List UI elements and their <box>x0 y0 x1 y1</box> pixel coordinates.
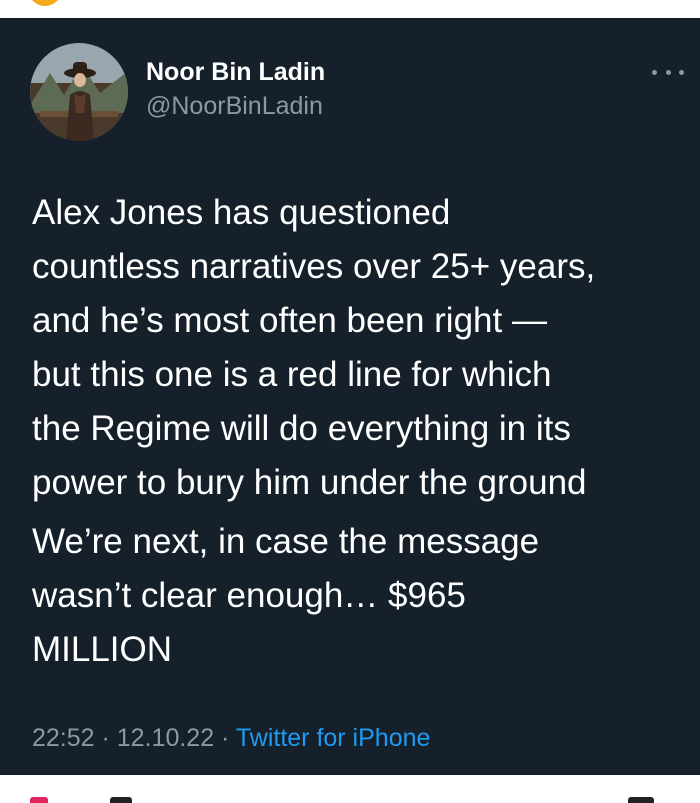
partial-reply-icon <box>110 797 132 803</box>
avatar[interactable] <box>30 43 128 141</box>
tweet-source-link[interactable]: Twitter for iPhone <box>236 724 431 752</box>
tweet-text-line: MILLION <box>32 630 173 669</box>
tweet-text-line: the Regime will do everything in its <box>32 409 571 448</box>
tweet-time[interactable]: 22:52 <box>32 724 95 752</box>
tweet-text-line: but this one is a red line for which <box>32 355 552 394</box>
tweet-text-paragraph-1: Alex Jones has questioned countless narr… <box>32 186 682 510</box>
tweet-text-paragraph-2: We’re next, in case the message wasn’t c… <box>32 515 682 677</box>
bottom-strip <box>0 775 700 803</box>
more-dot <box>665 69 671 75</box>
tweet-meta: 22:52 · 12.10.22 · Twitter for iPhone <box>32 724 430 753</box>
meta-separator: · <box>94 724 117 752</box>
tweet-card: Noor Bin Ladin @NoorBinLadin Alex Jones … <box>0 18 700 775</box>
tweet-date[interactable]: 12.10.22 <box>117 724 214 752</box>
avatar-image <box>30 43 128 141</box>
meta-separator: · <box>214 724 236 752</box>
partial-heart-icon <box>30 797 48 803</box>
more-dot <box>679 69 684 75</box>
tweet-text-line: and he’s most often been right — <box>32 301 547 340</box>
more-dot <box>652 69 657 75</box>
top-strip <box>0 0 700 18</box>
tweet-text-line: Alex Jones has questioned <box>32 193 451 232</box>
tweet-text-line: We’re next, in case the message <box>32 522 540 561</box>
author-handle[interactable]: @NoorBinLadin <box>146 92 323 121</box>
tweet-text-line: power to bury him under the ground <box>32 463 587 502</box>
author-display-name[interactable]: Noor Bin Ladin <box>146 58 325 87</box>
partial-emoji-icon <box>28 0 62 6</box>
more-horizontal-icon[interactable] <box>652 66 684 78</box>
tweet-text-line: wasn’t clear enough… $965 <box>32 576 466 615</box>
partial-share-icon <box>628 797 654 803</box>
tweet-text-line: countless narratives over 25+ years, <box>32 247 596 286</box>
